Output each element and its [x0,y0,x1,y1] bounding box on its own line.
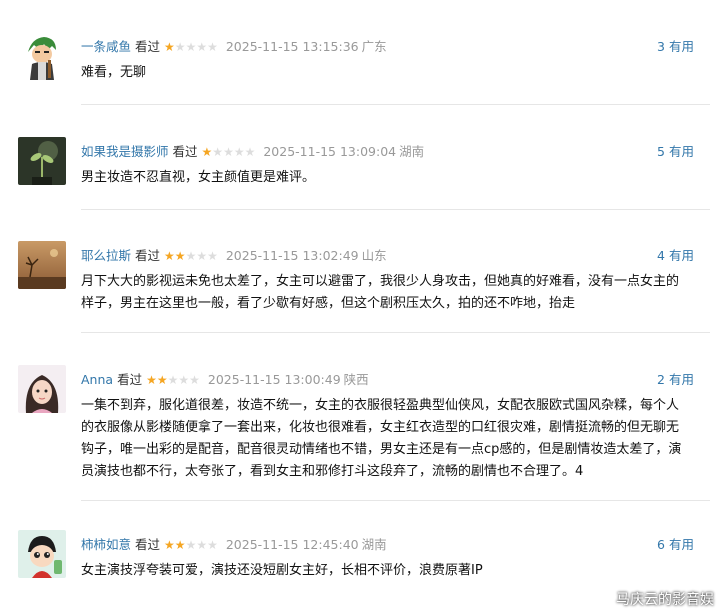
girl-portrait-avatar-icon [18,365,66,413]
comment-meta: Anna 看过 ★★★★★ 2025-11-15 13:00:49 陕西 2 有用 [81,371,694,389]
star-empty-icon: ★ [174,40,186,54]
star-empty-icon: ★ [212,145,224,159]
avatar[interactable] [18,530,66,578]
rating-stars: ★★★★★ [202,143,256,161]
anime-character-avatar-icon [18,32,66,80]
comment-location: 山东 [361,248,387,263]
star-empty-icon: ★ [196,538,208,552]
divider [81,209,710,210]
divider [81,500,710,501]
comment-location: 湖南 [399,144,425,159]
vote-count: 6 [657,537,665,552]
star-filled-icon: ★ [174,538,186,552]
comment-item: 如果我是摄影师 看过 ★★★★★ 2025-11-15 13:09:04 湖南 5 有用 … [18,137,694,197]
divider [81,104,710,105]
star-empty-icon: ★ [196,40,208,54]
comment-time: 2025-11-15 13:15:36 [225,39,359,54]
star-empty-icon: ★ [185,249,197,263]
comment-text: 男主妆造不忍直视，女主颜值更是难评。 [81,170,316,185]
comment-meta: 一条咸鱼 看过 ★★★★★ 2025-11-15 13:15:36 广东 3 有用 [81,38,694,56]
star-filled-icon: ★ [156,373,168,387]
star-empty-icon: ★ [196,249,208,263]
vote-count: 3 [657,39,665,54]
comment-location: 广东 [361,39,387,54]
watch-status: 看过 [135,39,161,54]
username-link[interactable]: 一条咸鱼 [81,39,131,54]
comment-item: Anna 看过 ★★★★★ 2025-11-15 13:00:49 陕西 2 有用 一集不… [18,365,694,485]
avatar[interactable] [18,241,66,289]
watch-status: 看过 [135,537,161,552]
vote-count: 2 [657,372,665,387]
comment-time: 2025-11-15 13:00:49 [207,372,341,387]
star-filled-icon: ★ [164,538,175,552]
avatar[interactable] [18,365,66,413]
comment-text: 月下大大的影视运未免也太差了，女主可以避雷了，我很少人身攻击，但她真的好难看，没… [81,274,680,311]
comment-meta: 如果我是摄影师 看过 ★★★★★ 2025-11-15 13:09:04 湖南 5 有用 [81,143,694,161]
watch-status: 看过 [172,144,198,159]
rating-stars: ★★★★★ [146,371,200,389]
comment-text: 一集不到弃，服化道很差，妆造不统一，女主的衣服很轻盈典型仙侠风，女配衣服欧式国风… [81,398,682,479]
comment-text: 女主演技浮夸装可爱，演技还没短剧女主好，长相不评价，浪费原著IP [81,563,483,578]
star-filled-icon: ★ [164,40,175,54]
star-filled-icon: ★ [201,145,213,159]
star-empty-icon: ★ [185,538,197,552]
watch-status: 看过 [117,372,143,387]
star-empty-icon: ★ [178,373,190,387]
comment-meta: 耶么拉斯 看过 ★★★★★ 2025-11-15 13:02:49 山东 4 有用 [81,247,694,265]
star-filled-icon: ★ [164,249,175,263]
useful-vote[interactable]: 6 有用 [657,536,694,554]
useful-vote[interactable]: 3 有用 [657,38,694,56]
star-empty-icon: ★ [167,373,179,387]
comment-time: 2025-11-15 13:02:49 [225,248,359,263]
useful-button[interactable]: 有用 [669,144,694,159]
watermark: 马庆云的影音娱 [616,592,714,608]
desert-tree-avatar-icon [18,241,66,289]
useful-vote[interactable]: 4 有用 [657,247,694,265]
rating-stars: ★★★★★ [164,536,218,554]
cartoon-child-avatar-icon [18,530,66,578]
comment-item: 柿柿如意 看过 ★★★★★ 2025-11-15 12:45:40 湖南 6 有用 女主演… [18,530,694,590]
useful-button[interactable]: 有用 [669,372,694,387]
comment-location: 陕西 [343,372,369,387]
username-link[interactable]: Anna [81,372,113,387]
comment-text: 难看，无聊 [81,65,147,80]
star-empty-icon: ★ [223,145,234,159]
comment-time: 2025-11-15 12:45:40 [225,537,359,552]
star-empty-icon: ★ [185,40,197,54]
useful-vote[interactable]: 5 有用 [657,143,694,161]
vote-count: 4 [657,248,665,263]
rating-stars: ★★★★★ [164,247,218,265]
comment-list: 一条咸鱼 看过 ★★★★★ 2025-11-15 13:15:36 广东 3 有用 难看，… [0,0,720,615]
avatar[interactable] [18,137,66,185]
plant-photo-avatar-icon [18,137,66,185]
star-empty-icon: ★ [233,145,245,159]
useful-vote[interactable]: 2 有用 [657,371,694,389]
vote-count: 5 [657,144,665,159]
comment-meta: 柿柿如意 看过 ★★★★★ 2025-11-15 12:45:40 湖南 6 有用 [81,536,694,554]
star-empty-icon: ★ [207,538,218,552]
comment-item: 耶么拉斯 看过 ★★★★★ 2025-11-15 13:02:49 山东 4 有用 月下大… [18,241,694,321]
useful-button[interactable]: 有用 [669,248,694,263]
avatar[interactable] [18,32,66,80]
divider [81,332,710,333]
star-empty-icon: ★ [207,249,218,263]
watch-status: 看过 [135,248,161,263]
star-empty-icon: ★ [189,373,200,387]
useful-button[interactable]: 有用 [669,537,694,552]
star-filled-icon: ★ [174,249,186,263]
username-link[interactable]: 耶么拉斯 [81,248,131,263]
star-filled-icon: ★ [146,373,157,387]
useful-button[interactable]: 有用 [669,39,694,54]
comment-time: 2025-11-15 13:09:04 [263,144,397,159]
comment-item: 一条咸鱼 看过 ★★★★★ 2025-11-15 13:15:36 广东 3 有用 难看，… [18,32,694,92]
username-link[interactable]: 如果我是摄影师 [81,144,169,159]
star-empty-icon: ★ [207,40,218,54]
comment-location: 湖南 [361,537,387,552]
username-link[interactable]: 柿柿如意 [81,537,131,552]
rating-stars: ★★★★★ [164,38,218,56]
star-empty-icon: ★ [244,145,256,159]
